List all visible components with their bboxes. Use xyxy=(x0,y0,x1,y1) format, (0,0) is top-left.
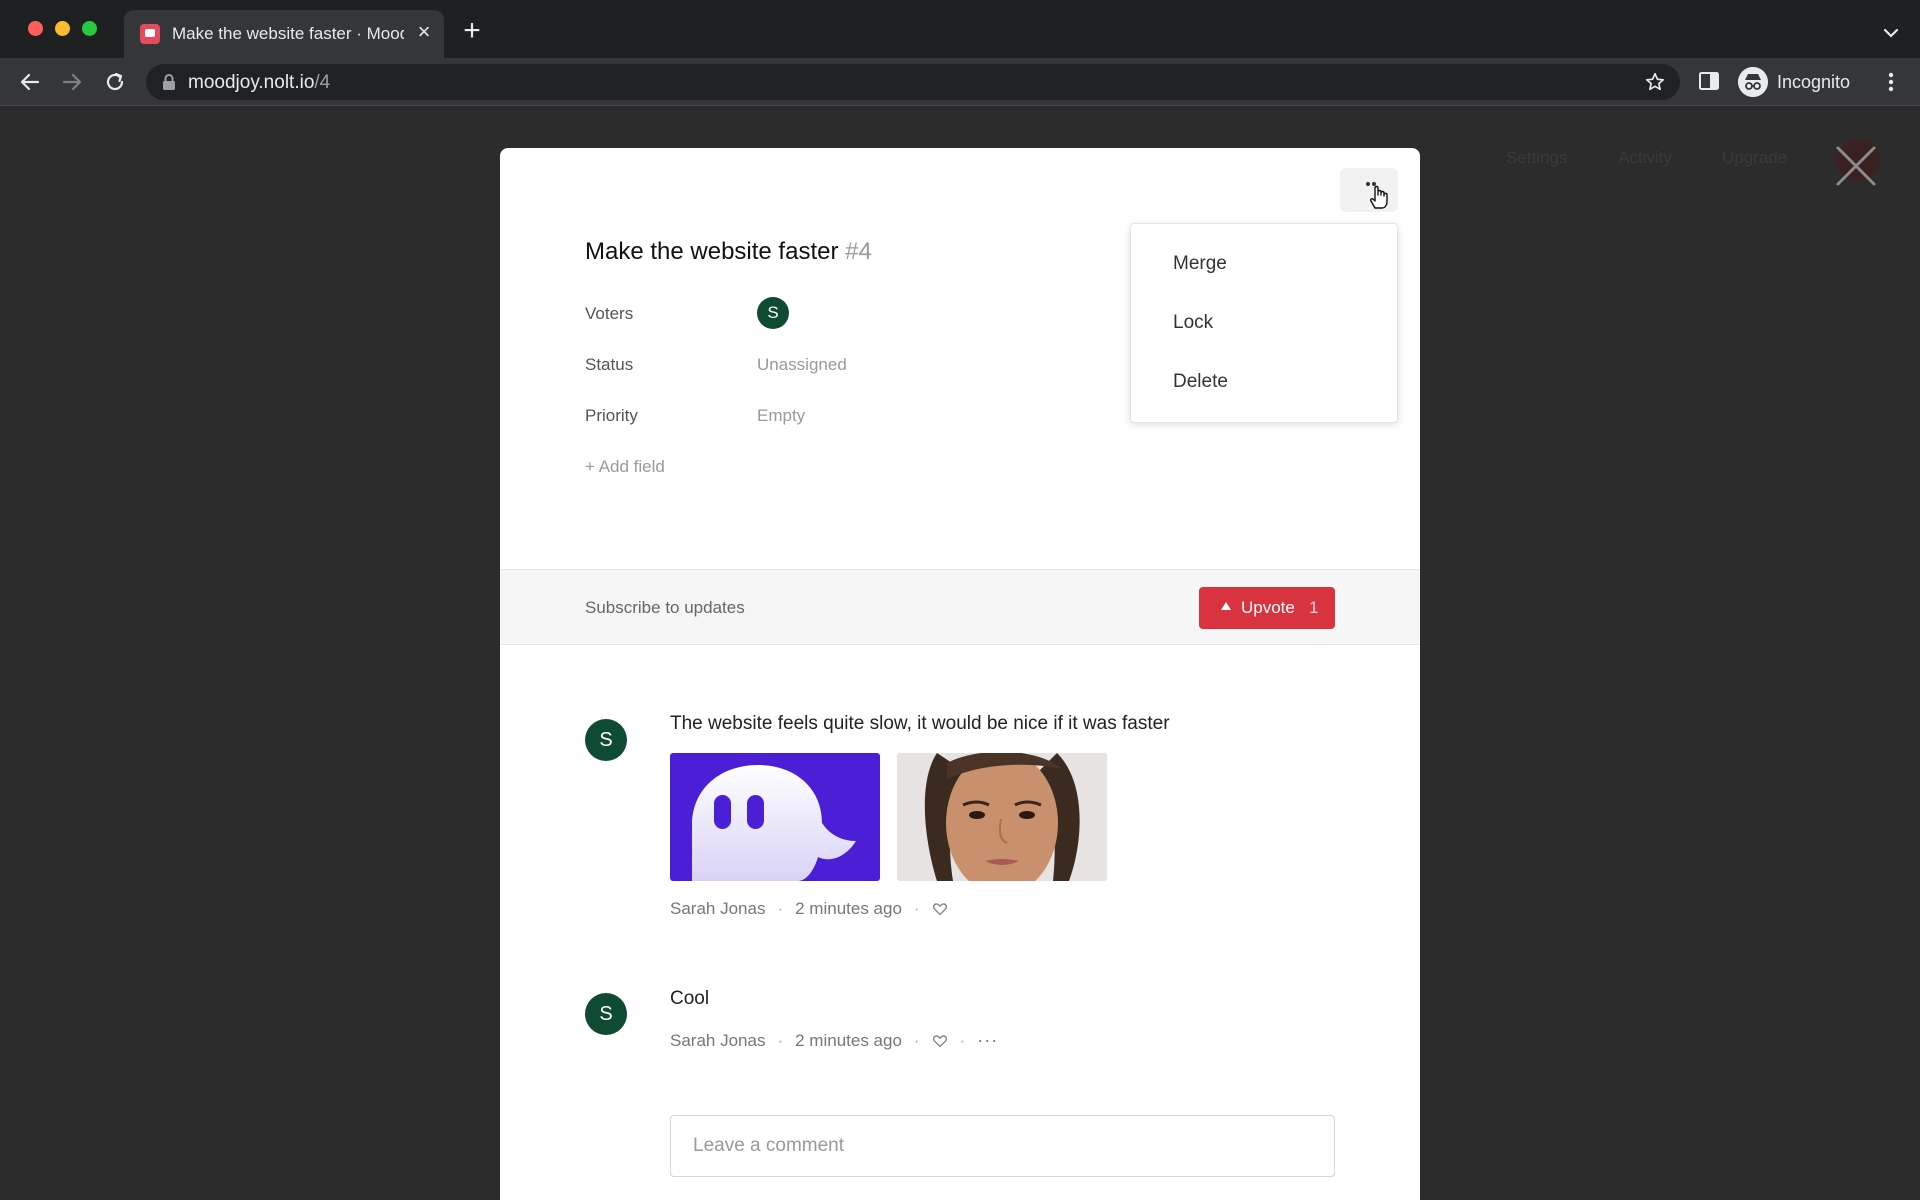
close-modal-icon[interactable] xyxy=(1834,144,1878,188)
post-title: Make the website faster #4 xyxy=(585,238,872,265)
lock-icon xyxy=(163,74,175,90)
upvote-count: 1 xyxy=(1309,598,1319,617)
comment-author[interactable]: Sarah Jonas xyxy=(670,899,765,919)
comment-author[interactable]: Sarah Jonas xyxy=(670,1031,765,1051)
tab-search-chevron-icon[interactable] xyxy=(1878,20,1904,46)
new-tab-button[interactable]: + xyxy=(458,16,486,46)
priority-label: Priority xyxy=(585,406,638,425)
tab-close-button[interactable]: × xyxy=(412,20,436,44)
status-label: Status xyxy=(585,355,634,374)
ghost-logo-image xyxy=(692,765,856,881)
like-heart-icon[interactable] xyxy=(932,901,948,917)
incognito-icon xyxy=(1738,67,1768,97)
nolt-favicon-icon xyxy=(140,24,160,44)
comment-text: Cool xyxy=(670,988,710,1009)
like-heart-icon[interactable] xyxy=(932,1033,948,1049)
tab-title: Make the website faster · Moodjoy xyxy=(172,24,404,43)
incognito-label: Incognito xyxy=(1777,72,1851,92)
menu-item-delete[interactable]: Delete xyxy=(1173,371,1228,393)
nav-activity-link[interactable]: Activity xyxy=(1618,148,1672,168)
browser-tab-strip: Make the website faster · Moodjoy × + xyxy=(0,0,1920,58)
voters-label: Voters xyxy=(585,304,634,323)
post-modal: Make the website faster #4 Voters S Stat… xyxy=(500,148,1420,1200)
add-field-button[interactable]: + Add field xyxy=(585,457,665,477)
subscribe-bar: Subscribe to updates Upvote 1 xyxy=(500,569,1420,645)
comment-more-button[interactable]: ··· xyxy=(977,1030,998,1051)
subscribe-link[interactable]: Subscribe to updates xyxy=(585,598,745,618)
attachment-app-logo-image[interactable] xyxy=(670,753,880,881)
comment-meta: Sarah Jonas · 2 minutes ago · · ··· xyxy=(670,1030,999,1051)
comment-text: The website feels quite slow, it would b… xyxy=(670,713,1170,734)
hand-pointer-cursor-icon xyxy=(1366,182,1388,209)
upvote-button[interactable]: Upvote 1 xyxy=(1199,587,1335,629)
portrait-photo-image xyxy=(897,753,1107,881)
nav-upgrade-link[interactable]: Upgrade xyxy=(1722,148,1787,168)
comment-meta: Sarah Jonas · 2 minutes ago · xyxy=(670,899,948,919)
browser-tab-active[interactable]: Make the website faster · Moodjoy × xyxy=(124,10,444,58)
comment-avatar[interactable]: S xyxy=(585,993,627,1035)
incognito-profile-button[interactable]: Incognito xyxy=(1736,64,1862,100)
back-arrow-icon[interactable] xyxy=(16,68,44,96)
comment-avatar[interactable]: S xyxy=(585,719,627,761)
upvote-label: Upvote xyxy=(1241,598,1295,617)
browser-toolbar: moodjoy.nolt.io/4 Incognito xyxy=(0,58,1920,106)
bookmark-star-icon[interactable] xyxy=(1644,71,1666,93)
window-minimize-button[interactable] xyxy=(55,21,70,36)
comment-input[interactable] xyxy=(670,1115,1335,1177)
nav-settings-link[interactable]: Settings xyxy=(1506,148,1567,168)
address-bar[interactable]: moodjoy.nolt.io/4 xyxy=(146,64,1680,100)
window-zoom-button[interactable] xyxy=(82,21,97,36)
reload-icon[interactable] xyxy=(101,68,129,96)
forward-arrow-icon[interactable] xyxy=(58,68,86,96)
url-text: moodjoy.nolt.io/4 xyxy=(188,72,331,93)
comment-time: 2 minutes ago xyxy=(795,1030,902,1050)
menu-item-lock[interactable]: Lock xyxy=(1173,312,1213,334)
post-number: #4 xyxy=(845,238,872,265)
more-options-menu: Merge Lock Delete xyxy=(1130,223,1398,423)
window-close-button[interactable] xyxy=(28,21,43,36)
comment-time: 2 minutes ago xyxy=(795,899,902,918)
priority-value[interactable]: Empty xyxy=(757,406,805,426)
menu-item-merge[interactable]: Merge xyxy=(1173,253,1227,275)
browser-menu-icon[interactable] xyxy=(1880,70,1902,94)
side-panel-icon[interactable] xyxy=(1698,70,1720,92)
voter-avatar[interactable]: S xyxy=(757,297,789,329)
upvote-arrow-icon xyxy=(1221,602,1231,610)
status-value[interactable]: Unassigned xyxy=(757,355,847,375)
attachment-portrait-photo[interactable] xyxy=(897,753,1107,881)
